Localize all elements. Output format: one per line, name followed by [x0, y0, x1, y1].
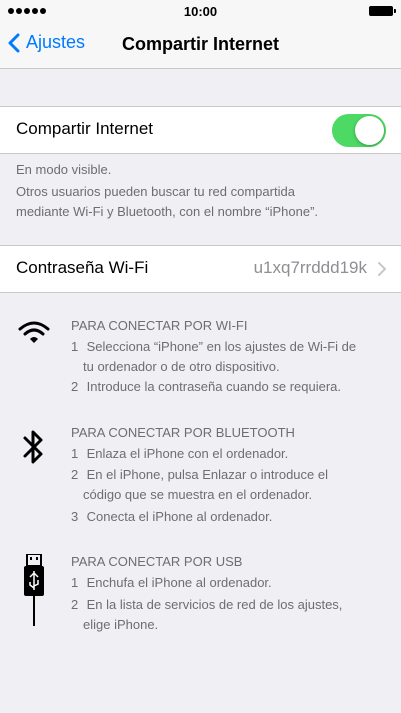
status-time: 10:00: [183, 4, 218, 19]
toggle-knob: [355, 116, 384, 145]
wifi-password-label: Contraseña Wi-Fi: [16, 258, 149, 277]
footer-description-line1: Otros usuarios pueden buscar tu red comp…: [16, 184, 295, 199]
wifi-step: 2 Introduce la contraseña cuando se requ…: [71, 379, 342, 394]
bluetooth-heading: PARA CONECTAR POR BLUETOOTH: [71, 425, 295, 440]
bluetooth-step: 2 En el iPhone, pulsa Enlazar o introduc…: [71, 467, 329, 502]
wifi-heading: PARA CONECTAR POR WI-FI: [71, 318, 248, 333]
wifi-password-row[interactable]: Contraseña Wi-Fi u1xq7rrddd19k: [0, 245, 401, 293]
bluetooth-step: 1 Enlaza el iPhone con el ordenador.: [71, 446, 289, 461]
bluetooth-icon: [23, 430, 43, 464]
usb-heading: PARA CONECTAR POR USB: [71, 554, 243, 569]
usb-step: 2 En la lista de servicios de red de los…: [71, 597, 343, 632]
hotspot-toggle[interactable]: [332, 114, 386, 147]
battery-icon: [369, 6, 396, 16]
navigation-bar: Ajustes Compartir Internet: [0, 22, 401, 69]
page-title: Compartir Internet: [121, 34, 280, 54]
footer-visible-text: En modo visible.: [16, 162, 112, 177]
wifi-icon: [18, 321, 50, 343]
wifi-password-value: u1xq7rrddd19k: [253, 258, 367, 277]
bluetooth-step: 3 Conecta el iPhone al ordenador.: [71, 509, 273, 524]
footer-description-line2: mediante Wi-Fi y Bluetooth, con el nombr…: [16, 204, 319, 219]
hotspot-label: Compartir Internet: [16, 119, 153, 138]
usb-icon: [24, 554, 44, 626]
chevron-right-icon: [378, 262, 386, 276]
status-bar: 10:00: [0, 0, 401, 22]
hotspot-footer: En modo visible. Otros usuarios pueden b…: [16, 160, 388, 222]
hotspot-row: Compartir Internet: [0, 106, 401, 154]
wifi-step: 1 Selecciona “iPhone” en los ajustes de …: [71, 339, 357, 374]
usb-step: 1 Enchufa el iPhone al ordenador.: [71, 575, 272, 590]
